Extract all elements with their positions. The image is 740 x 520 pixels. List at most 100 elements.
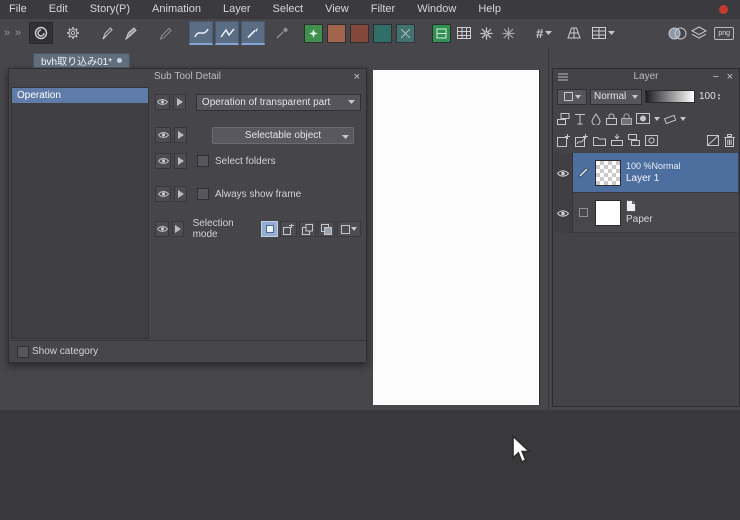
opacity-slider[interactable] <box>645 90 695 103</box>
transparent-part-dropdown[interactable]: Operation of transparent part <box>196 94 361 111</box>
layer-checkbox-icon[interactable] <box>576 208 590 217</box>
eye-visibility-icon[interactable] <box>155 221 169 237</box>
selection-new-icon[interactable] <box>261 221 278 237</box>
new-vector-layer-icon[interactable] <box>575 134 588 147</box>
clip-to-layer-below-icon[interactable] <box>557 113 570 125</box>
menu-select[interactable]: Select <box>262 0 315 19</box>
panel-collapse-chevrons-icon[interactable]: » » <box>0 27 27 39</box>
always-show-frame-label: Always show frame <box>215 189 301 200</box>
gear-settings-icon[interactable] <box>62 22 84 44</box>
eye-visibility-icon[interactable] <box>155 127 171 143</box>
new-folder-icon[interactable] <box>593 135 606 146</box>
effect-burst2-icon[interactable] <box>497 22 519 44</box>
selection-subtract-icon[interactable] <box>299 221 316 237</box>
subtool-close-button[interactable]: × <box>354 69 360 85</box>
layer-close-button[interactable]: × <box>727 69 733 85</box>
object-tool-icon[interactable] <box>29 22 53 44</box>
selection-add-icon[interactable] <box>280 221 297 237</box>
layer-thumbnail[interactable] <box>595 160 621 186</box>
layer-panel: Layer − × Normal 100 ▴▾ <box>552 68 740 407</box>
layer-name[interactable]: Layer 1 <box>626 173 681 184</box>
opacity-spinner[interactable]: ▴▾ <box>718 93 721 101</box>
material-swatch-brown-icon[interactable] <box>350 24 369 43</box>
eye-visibility-icon[interactable] <box>155 186 171 202</box>
layer-visibility-eye-icon[interactable] <box>554 153 573 193</box>
menu-layer[interactable]: Layer <box>212 0 262 19</box>
layer-minimize-button[interactable]: − <box>713 69 719 85</box>
material-swatch-green2-icon[interactable] <box>432 24 451 43</box>
expand-arrow-icon[interactable] <box>174 186 187 202</box>
layer-mask-create-icon[interactable] <box>645 135 658 146</box>
expand-arrow-icon[interactable] <box>173 94 186 110</box>
expand-arrow-icon[interactable] <box>174 153 187 169</box>
apply-mask-icon[interactable] <box>707 135 719 146</box>
effect-burst-icon[interactable] <box>475 22 497 44</box>
pencil-tool-icon[interactable] <box>154 22 176 44</box>
lock-options-chevron-icon[interactable] <box>654 117 660 121</box>
png-export-icon[interactable]: png <box>714 27 734 40</box>
layer-effect-dropdown[interactable] <box>557 89 587 105</box>
tone-grid-icon[interactable] <box>453 22 475 44</box>
setting-row-selection-mode: Selection mode <box>155 220 361 238</box>
menu-window[interactable]: Window <box>406 0 467 19</box>
lock-layer-icon[interactable] <box>606 113 617 125</box>
layer-row-paper[interactable]: Paper <box>554 193 738 233</box>
menu-story[interactable]: Story(P) <box>79 0 141 19</box>
subtool-category-list: Operation <box>11 87 149 339</box>
material-swatch-teal-icon[interactable] <box>396 24 415 43</box>
category-item-operation[interactable]: Operation <box>12 88 148 103</box>
pen-tool-icon[interactable] <box>95 22 117 44</box>
ruler-options-chevron-icon[interactable] <box>680 117 686 121</box>
perspective-ruler-icon[interactable] <box>563 22 585 44</box>
paper-thumbnail[interactable] <box>595 200 621 226</box>
brush-subtool-icon[interactable] <box>241 21 265 45</box>
curve-subtool-icon[interactable] <box>189 21 213 45</box>
layer-row-layer1[interactable]: 100 %Normal Layer 1 <box>554 153 738 193</box>
eye-visibility-icon[interactable] <box>155 94 170 110</box>
layer-visibility-eye-icon[interactable] <box>554 193 573 233</box>
draft-layer-icon[interactable] <box>590 113 602 125</box>
menu-view[interactable]: View <box>314 0 360 19</box>
selection-mode-dropdown[interactable] <box>337 221 361 237</box>
canvas[interactable] <box>373 70 540 405</box>
expand-arrow-icon[interactable] <box>172 221 183 237</box>
show-category-checkbox[interactable] <box>17 346 29 358</box>
polyline-subtool-icon[interactable] <box>215 21 239 45</box>
lock-transparent-pixels-icon[interactable] <box>621 113 632 125</box>
always-show-frame-checkbox[interactable] <box>197 188 209 200</box>
selection-intersect-icon[interactable] <box>318 221 335 237</box>
menu-animation[interactable]: Animation <box>141 0 212 19</box>
calligraphy-pen-icon[interactable] <box>119 22 141 44</box>
merge-down-icon[interactable] <box>628 134 640 146</box>
layers-stack-icon[interactable] <box>688 22 710 44</box>
selectable-object-dropdown[interactable]: Selectable object <box>212 127 354 144</box>
blend-mode-dropdown[interactable]: Normal <box>590 89 642 105</box>
grid-hash-icon[interactable]: # <box>533 22 555 44</box>
eye-visibility-icon[interactable] <box>155 153 171 169</box>
menu-filter[interactable]: Filter <box>360 0 406 19</box>
document-tab[interactable]: bvh取り込み01* <box>33 53 130 68</box>
menu-edit[interactable]: Edit <box>38 0 79 19</box>
show-category-label: Show category <box>32 346 98 357</box>
3d-globe-icon[interactable] <box>666 22 688 44</box>
menu-bar: File Edit Story(P) Animation Layer Selec… <box>0 0 740 19</box>
menu-help[interactable]: Help <box>467 0 512 19</box>
material-swatch-green-icon[interactable] <box>304 24 323 43</box>
select-folders-checkbox[interactable] <box>197 155 209 167</box>
layer-name[interactable]: Paper <box>626 214 653 225</box>
reference-layer-icon[interactable] <box>574 113 586 125</box>
ruler-icon[interactable] <box>664 113 676 125</box>
chevron-down-icon <box>351 227 357 231</box>
panel-menu-icon[interactable] <box>558 73 568 81</box>
enable-mask-icon[interactable] <box>636 113 650 124</box>
material-swatch-rust-icon[interactable] <box>327 24 346 43</box>
material-swatch-dark-teal-icon[interactable] <box>373 24 392 43</box>
table-tool-icon[interactable] <box>592 22 615 44</box>
layer-controls-blend: Normal 100 ▴▾ <box>557 88 735 105</box>
new-raster-layer-icon[interactable] <box>557 134 570 147</box>
expand-arrow-icon[interactable] <box>174 127 187 143</box>
transfer-to-lower-layer-icon[interactable] <box>611 134 623 146</box>
menu-file[interactable]: File <box>0 0 38 19</box>
airbrush-tool-icon[interactable] <box>271 22 293 44</box>
delete-layer-trash-icon[interactable] <box>724 134 735 147</box>
